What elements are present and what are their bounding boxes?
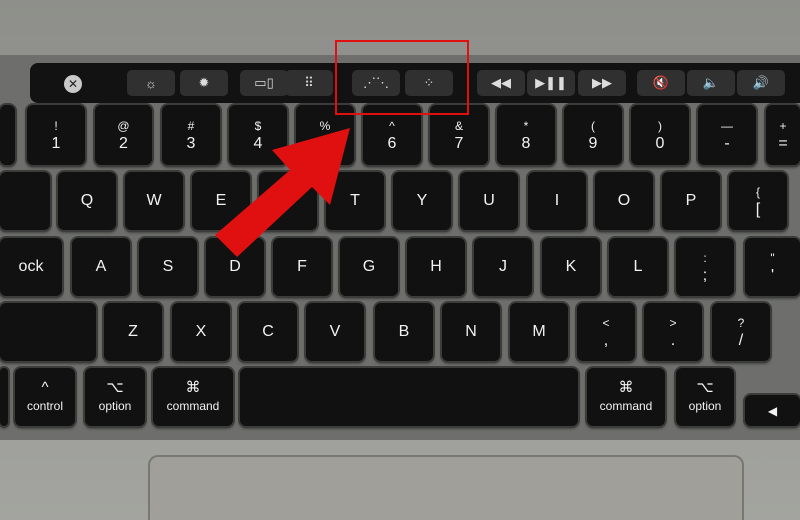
red-arrow [215, 128, 350, 257]
red-arrow-shape [215, 128, 350, 257]
